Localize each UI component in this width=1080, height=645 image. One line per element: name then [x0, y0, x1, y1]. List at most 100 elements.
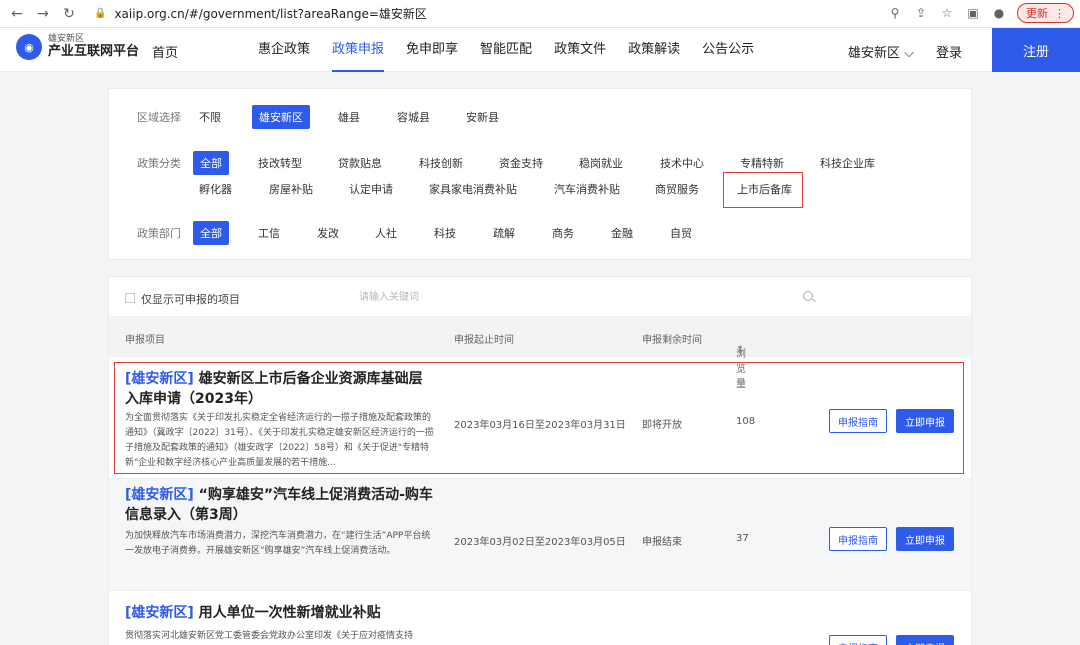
region-label: 雄安新区 [848, 46, 901, 61]
only-applicable-label[interactable]: 仅显示可申报的项目 [141, 291, 240, 307]
forward-icon[interactable]: → [32, 3, 54, 25]
col-period: 申报起止时间 [454, 335, 514, 346]
nav-item-active[interactable]: 政策申报 [332, 28, 385, 72]
row-description: 贯彻落实河北雄安新区党工委管委会党政办公室印发《关于应对疫情支持 [125, 631, 414, 641]
search-icon[interactable] [803, 291, 813, 301]
category-option[interactable]: 认定申请 [349, 181, 393, 197]
row-tag: [雄安新区] [125, 605, 194, 621]
nav-item[interactable]: 惠企政策 [258, 28, 310, 72]
row-status: 即将开放 [642, 420, 682, 431]
category-option-selected[interactable]: 全部 [193, 151, 229, 175]
row-title[interactable]: [雄安新区] 雄安新区上市后备企业资源库基础层入库申请（2023年） [125, 369, 435, 409]
logo-icon: ◉ [16, 34, 42, 60]
nav-home[interactable]: 首页 [152, 42, 178, 61]
filter-panel: 区域选择 不限 雄安新区 雄县 容城县 安新县 政策分类 全部 技改转型 贷款贴… [108, 88, 972, 260]
star-icon[interactable]: ☆ [939, 5, 955, 21]
register-button[interactable]: 注册 [992, 28, 1080, 72]
category-option[interactable]: 孵化器 [199, 181, 232, 197]
col-remaining: 申报剩余时间 [642, 335, 702, 346]
profile-icon[interactable]: ● [991, 5, 1007, 21]
nav-item[interactable]: 智能匹配 [480, 28, 532, 72]
table-row: [雄安新区] 用人单位一次性新增就业补贴 贯彻落实河北雄安新区党工委管委会党政办… [109, 591, 971, 645]
dept-filter-label: 政策部门 [137, 227, 181, 240]
sidebar-icon[interactable]: ▣ [965, 5, 981, 21]
address-bar[interactable]: 🔒 xaiip.org.cn/#/government/list?areaRan… [94, 5, 794, 22]
annotation-highlight-category [723, 172, 803, 208]
guide-button[interactable]: 申报指南 [829, 635, 887, 645]
col-project: 申报项目 [125, 335, 165, 346]
category-option[interactable]: 技改转型 [258, 155, 302, 171]
chevron-down-icon: ⌵ [904, 46, 915, 61]
category-option[interactable]: 房屋补贴 [269, 181, 313, 197]
guide-button[interactable]: 申报指南 [829, 409, 887, 433]
sort-icon: ⇕ [736, 345, 745, 356]
back-icon[interactable]: ← [6, 3, 28, 25]
region-option-selected[interactable]: 雄安新区 [252, 105, 310, 129]
apply-button[interactable]: 立即申报 [896, 635, 954, 645]
region-dropdown[interactable]: 雄安新区 ⌵ [848, 42, 914, 61]
nav-item[interactable]: 公告公示 [702, 28, 754, 72]
region-option[interactable]: 雄县 [338, 109, 360, 125]
site-logo[interactable]: ◉ 雄安新区 产业互联网平台 [16, 34, 139, 60]
row-title-text: 用人单位一次性新增就业补贴 [198, 605, 381, 621]
dept-option[interactable]: 疏解 [493, 225, 515, 241]
reload-icon[interactable]: ↻ [58, 3, 80, 25]
project-list-panel: 仅显示可申报的项目 申报项目 申报起止时间 申报剩余时间 浏览量 ⇕ [雄安新区… [108, 276, 972, 645]
logo-title: 产业互联网平台 [48, 43, 140, 59]
row-title[interactable]: [雄安新区] “购享雄安”汽车线上促消费活动-购车信息录入（第3周） [125, 485, 435, 525]
category-option[interactable]: 科技企业库 [820, 155, 875, 171]
update-button[interactable]: 更新 ⋮ [1017, 3, 1074, 23]
dept-option[interactable]: 人社 [375, 225, 397, 241]
search-row: 仅显示可申报的项目 [109, 277, 971, 317]
dept-option[interactable]: 发改 [317, 225, 339, 241]
apply-button[interactable]: 立即申报 [896, 409, 954, 433]
apply-button[interactable]: 立即申报 [896, 527, 954, 551]
url-text: xaiip.org.cn/#/government/list?areaRange… [114, 7, 427, 21]
category-option[interactable]: 技术中心 [660, 155, 704, 171]
category-option[interactable]: 专精特新 [740, 155, 784, 171]
nav-item[interactable]: 政策解读 [628, 28, 680, 72]
browser-toolbar: ← → ↻ 🔒 xaiip.org.cn/#/government/list?a… [0, 0, 1080, 28]
category-option[interactable]: 家具家电消费补贴 [429, 181, 517, 197]
guide-button[interactable]: 申报指南 [829, 527, 887, 551]
row-status: 申报结束 [642, 537, 682, 548]
lock-icon: 🔒 [94, 8, 107, 19]
share-icon[interactable]: ⇪ [913, 5, 929, 21]
dept-option[interactable]: 商务 [552, 225, 574, 241]
login-link[interactable]: 登录 [936, 42, 962, 61]
table-row: [雄安新区] 雄安新区上市后备企业资源库基础层入库申请（2023年） 为全面贯彻… [109, 357, 971, 479]
site-header: ◉ 雄安新区 产业互联网平台 首页 惠企政策 政策申报 免申即享 智能匹配 政策… [0, 28, 1080, 72]
more-icon: ⋮ [1054, 6, 1065, 20]
row-views: 108 [736, 416, 756, 427]
dept-option-selected[interactable]: 全部 [193, 221, 229, 245]
row-period: 2023年03月16日至2023年03月31日 [454, 420, 626, 431]
nav-item[interactable]: 政策文件 [554, 28, 606, 72]
dept-option[interactable]: 科技 [434, 225, 456, 241]
row-period: 2023年03月02日至2023年03月05日 [454, 537, 626, 548]
only-applicable-checkbox[interactable] [125, 293, 135, 303]
update-label: 更新 [1026, 7, 1048, 20]
nav-item[interactable]: 免申即享 [406, 28, 458, 72]
region-option[interactable]: 安新县 [466, 109, 499, 125]
dept-option[interactable]: 自贸 [670, 225, 692, 241]
dept-option[interactable]: 金融 [611, 225, 633, 241]
category-option[interactable]: 稳岗就业 [579, 155, 623, 171]
row-tag: [雄安新区] [125, 371, 194, 387]
category-option[interactable]: 资金支持 [499, 155, 543, 171]
zoom-icon[interactable]: ⚲ [887, 5, 903, 21]
keyword-search-input[interactable] [359, 287, 809, 307]
region-option[interactable]: 容城县 [397, 109, 430, 125]
table-row: [雄安新区] “购享雄安”汽车线上促消费活动-购车信息录入（第3周） 为加快释放… [109, 479, 971, 591]
table-header: 申报项目 申报起止时间 申报剩余时间 浏览量 ⇕ [109, 317, 971, 390]
dept-option[interactable]: 工信 [258, 225, 280, 241]
row-title[interactable]: [雄安新区] 用人单位一次性新增就业补贴 [125, 603, 435, 623]
main-nav: 惠企政策 政策申报 免申即享 智能匹配 政策文件 政策解读 公告公示 [258, 28, 776, 72]
row-views: 37 [736, 533, 749, 544]
category-option[interactable]: 贷款贴息 [338, 155, 382, 171]
category-option[interactable]: 汽车消费补贴 [554, 181, 620, 197]
category-option[interactable]: 科技创新 [419, 155, 463, 171]
region-filter-label: 区域选择 [137, 111, 181, 124]
category-option[interactable]: 商贸服务 [655, 181, 699, 197]
row-tag: [雄安新区] [125, 487, 194, 503]
region-option[interactable]: 不限 [199, 109, 221, 125]
